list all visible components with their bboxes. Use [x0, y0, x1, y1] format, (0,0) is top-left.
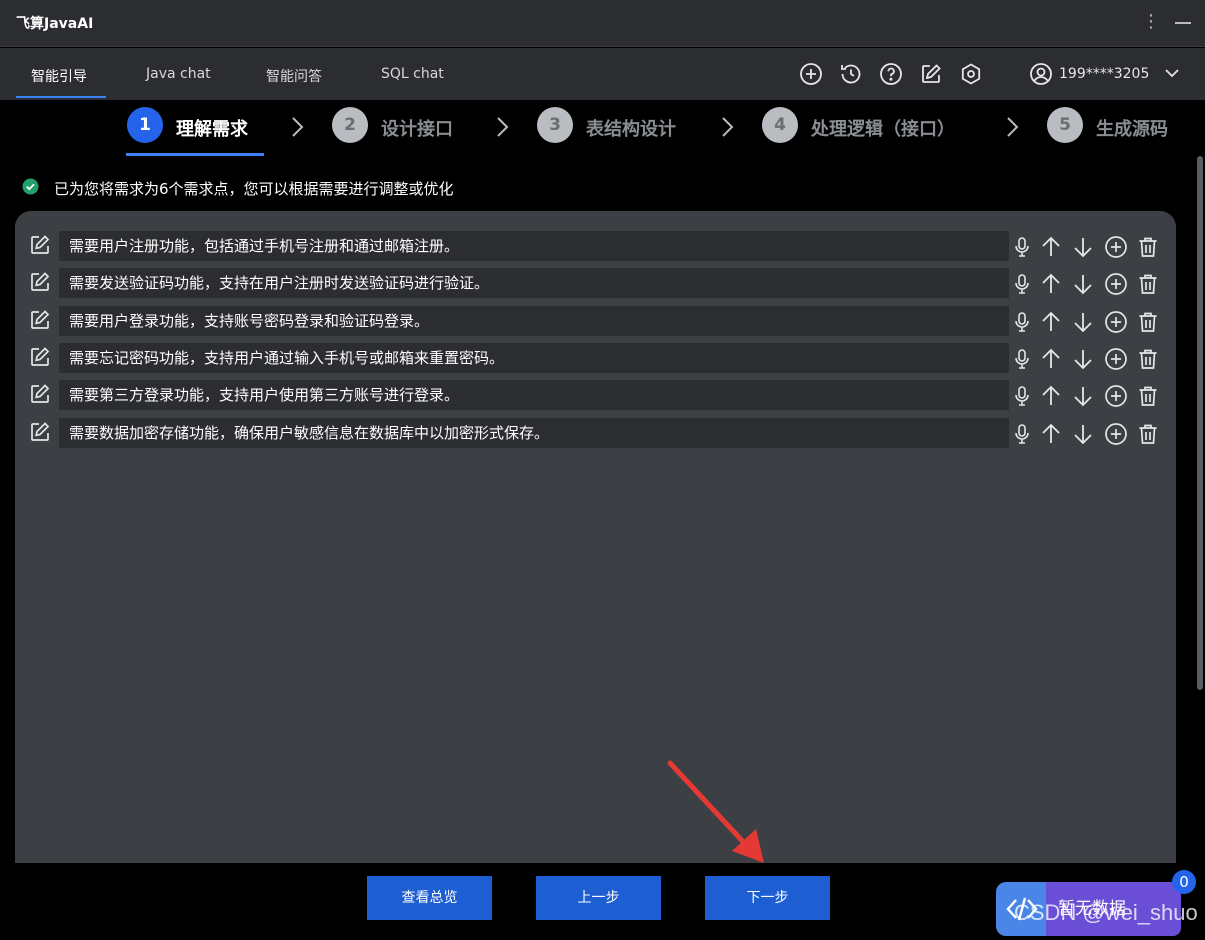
- requirement-text[interactable]: 需要忘记密码功能，支持用户通过输入手机号或邮箱来重置密码。: [59, 343, 1009, 373]
- arrow-up-icon[interactable]: [1039, 310, 1063, 334]
- trash-icon[interactable]: [1136, 384, 1160, 408]
- step-3-number[interactable]: 3: [537, 107, 573, 143]
- requirement-text[interactable]: 需要第三方登录功能，支持用户使用第三方账号进行登录。: [59, 380, 1009, 410]
- step-5-label[interactable]: 生成源码: [1096, 115, 1168, 141]
- list-item: 需要用户注册功能，包括通过手机号注册和通过邮箱注册。: [15, 231, 1176, 263]
- step-5-number[interactable]: 5: [1047, 107, 1083, 143]
- arrow-down-icon[interactable]: [1071, 347, 1095, 371]
- requirement-text[interactable]: 需要数据加密存储功能，确保用户敏感信息在数据库中以加密形式保存。: [59, 418, 1009, 448]
- annotation-arrow-icon: [667, 760, 764, 863]
- trash-icon[interactable]: [1136, 347, 1160, 371]
- active-tab-indicator: [16, 96, 106, 98]
- arrow-down-icon[interactable]: [1071, 272, 1095, 296]
- title-bar: 飞算JavaAI ⋮: [0, 0, 1205, 47]
- trash-icon[interactable]: [1136, 272, 1160, 296]
- step-1-label[interactable]: 理解需求: [176, 115, 248, 141]
- requirement-text[interactable]: 需要发送验证码功能，支持在用户注册时发送验证码进行验证。: [59, 268, 1009, 298]
- step-2-number[interactable]: 2: [332, 107, 368, 143]
- tab-smart-guide[interactable]: 智能引导: [31, 66, 87, 86]
- app-title: 飞算JavaAI: [16, 16, 94, 32]
- arrow-up-icon[interactable]: [1039, 384, 1063, 408]
- arrow-down-icon[interactable]: [1071, 422, 1095, 446]
- tab-java-chat[interactable]: Java chat: [146, 66, 211, 82]
- watermark: CSDN @wei_shuo: [1014, 900, 1198, 925]
- history-icon[interactable]: [839, 62, 863, 86]
- next-step-button[interactable]: 下一步: [705, 876, 830, 920]
- active-step-indicator: [126, 153, 264, 156]
- microphone-icon[interactable]: [1010, 422, 1034, 446]
- tab-sql-chat[interactable]: SQL chat: [381, 66, 444, 82]
- requirements-panel: 需要用户注册功能，包括通过手机号注册和通过邮箱注册。 需要发送验证码功能，支持在…: [15, 211, 1176, 863]
- add-circle-icon[interactable]: [1104, 422, 1128, 446]
- chevron-right-icon: [718, 116, 736, 138]
- chevron-right-icon: [288, 116, 306, 138]
- add-circle-icon[interactable]: [1104, 347, 1128, 371]
- list-item: 需要数据加密存储功能，确保用户敏感信息在数据库中以加密形式保存。: [15, 418, 1176, 450]
- microphone-icon[interactable]: [1010, 310, 1034, 334]
- arrow-up-icon[interactable]: [1039, 347, 1063, 371]
- check-circle-icon: [22, 178, 39, 195]
- step-4-label[interactable]: 处理逻辑（接口）: [811, 115, 955, 141]
- add-circle-icon[interactable]: [1104, 235, 1128, 259]
- step-3-label[interactable]: 表结构设计: [586, 115, 676, 141]
- arrow-down-icon[interactable]: [1071, 384, 1095, 408]
- tab-smart-qa[interactable]: 智能问答: [266, 66, 322, 86]
- scrollbar[interactable]: [1197, 156, 1203, 690]
- microphone-icon[interactable]: [1010, 235, 1034, 259]
- list-item: 需要忘记密码功能，支持用户通过输入手机号或邮箱来重置密码。: [15, 343, 1176, 375]
- user-phone[interactable]: 199****3205: [1059, 66, 1149, 82]
- microphone-icon[interactable]: [1010, 272, 1034, 296]
- arrow-up-icon[interactable]: [1039, 422, 1063, 446]
- add-circle-icon[interactable]: [1104, 384, 1128, 408]
- add-circle-icon[interactable]: [1104, 310, 1128, 334]
- edit-icon[interactable]: [29, 421, 51, 443]
- arrow-down-icon[interactable]: [1071, 310, 1095, 334]
- help-icon[interactable]: [879, 62, 903, 86]
- more-options-icon[interactable]: ⋮: [1142, 10, 1160, 34]
- edit-icon[interactable]: [919, 62, 943, 86]
- trash-icon[interactable]: [1136, 310, 1160, 334]
- chevron-down-icon[interactable]: [1163, 64, 1181, 82]
- step-2-label[interactable]: 设计接口: [381, 115, 453, 141]
- settings-icon[interactable]: [959, 62, 983, 86]
- edit-icon[interactable]: [29, 234, 51, 256]
- add-circle-icon[interactable]: [799, 62, 823, 86]
- edit-icon[interactable]: [29, 346, 51, 368]
- chevron-right-icon: [1003, 116, 1021, 138]
- edit-icon[interactable]: [29, 309, 51, 331]
- trash-icon[interactable]: [1136, 235, 1160, 259]
- minimize-icon[interactable]: [1175, 22, 1191, 24]
- requirement-text[interactable]: 需要用户注册功能，包括通过手机号注册和通过邮箱注册。: [59, 231, 1009, 261]
- user-circle-icon[interactable]: [1029, 62, 1053, 86]
- microphone-icon[interactable]: [1010, 347, 1034, 371]
- requirement-text[interactable]: 需要用户登录功能，支持账号密码登录和验证码登录。: [59, 306, 1009, 336]
- edit-icon[interactable]: [29, 383, 51, 405]
- list-item: 需要发送验证码功能，支持在用户注册时发送验证码进行验证。: [15, 268, 1176, 300]
- step-4-number[interactable]: 4: [762, 107, 798, 143]
- overview-button[interactable]: 查看总览: [367, 876, 492, 920]
- add-circle-icon[interactable]: [1104, 272, 1128, 296]
- trash-icon[interactable]: [1136, 422, 1160, 446]
- prev-step-button[interactable]: 上一步: [536, 876, 661, 920]
- arrow-up-icon[interactable]: [1039, 235, 1063, 259]
- notification-badge: 0: [1172, 870, 1196, 894]
- step-1-number[interactable]: 1: [127, 107, 163, 143]
- chevron-right-icon: [493, 116, 511, 138]
- list-item: 需要第三方登录功能，支持用户使用第三方账号进行登录。: [15, 380, 1176, 412]
- microphone-icon[interactable]: [1010, 384, 1034, 408]
- info-text: 已为您将需求为6个需求点，您可以根据需要进行调整或优化: [54, 180, 454, 198]
- arrow-down-icon[interactable]: [1071, 235, 1095, 259]
- arrow-up-icon[interactable]: [1039, 272, 1063, 296]
- edit-icon[interactable]: [29, 271, 51, 293]
- list-item: 需要用户登录功能，支持账号密码登录和验证码登录。: [15, 306, 1176, 338]
